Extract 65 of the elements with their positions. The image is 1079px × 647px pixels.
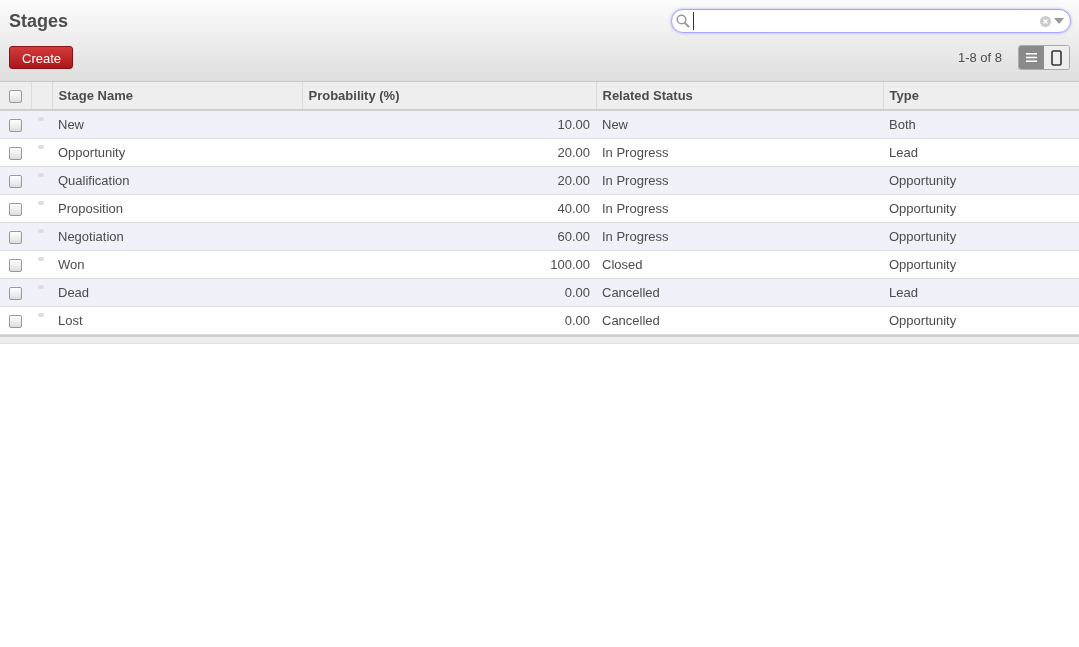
table-cell: 0.00: [302, 278, 596, 307]
row-checkbox[interactable]: [9, 287, 22, 301]
row-checkbox[interactable]: [9, 119, 22, 133]
view-switch-button[interactable]: [1044, 46, 1069, 69]
table-cell: Cancelled: [596, 306, 883, 335]
column-header[interactable]: Probability (%): [302, 82, 596, 110]
table-cell: 0.00: [302, 306, 596, 335]
table-cell: Dead: [52, 278, 302, 307]
drag-handle-icon[interactable]: [38, 144, 44, 149]
column-header[interactable]: Related Status: [596, 82, 883, 110]
table-cell: Proposition: [52, 194, 302, 223]
page-title: Stages: [9, 10, 69, 32]
drag-handle-icon[interactable]: [38, 200, 44, 205]
table-cell: 40.00: [302, 194, 596, 223]
list-icon: [1026, 53, 1037, 62]
table-cell: In Progress: [596, 222, 883, 251]
table-cell: Won: [52, 250, 302, 279]
row-checkbox[interactable]: [9, 203, 22, 217]
text-cursor: [693, 12, 694, 30]
table-cell: 20.00: [302, 138, 596, 167]
drag-handle-icon[interactable]: [38, 172, 44, 177]
drag-handle-icon[interactable]: [38, 116, 44, 121]
drag-handle-icon[interactable]: [38, 284, 44, 289]
table-cell: Lead: [883, 138, 1079, 167]
drag-handle-icon[interactable]: [38, 228, 44, 233]
table-cell: Opportunity: [883, 306, 1079, 335]
table-cell: 20.00: [302, 166, 596, 195]
table-cell: In Progress: [596, 194, 883, 223]
table-cell: 60.00: [302, 222, 596, 251]
table-cell: Opportunity: [883, 250, 1079, 279]
table-cell: Lost: [52, 306, 302, 335]
view-switch-button[interactable]: [1019, 46, 1044, 69]
row-checkbox[interactable]: [9, 259, 22, 273]
table-cell: 100.00: [302, 250, 596, 279]
table-cell: 10.00: [302, 110, 596, 139]
table-cell: Opportunity: [883, 222, 1079, 251]
drag-handle-icon[interactable]: [38, 256, 44, 261]
table-cell: Lead: [883, 278, 1079, 307]
pager-text: 1-8 of 8: [957, 50, 1002, 65]
table-cell: In Progress: [596, 138, 883, 167]
clear-icon[interactable]: [1040, 15, 1051, 27]
table-cell: New: [52, 110, 302, 139]
table-cell: Closed: [596, 250, 883, 279]
table-cell: Opportunity: [883, 166, 1079, 195]
column-header[interactable]: Stage Name: [52, 82, 302, 110]
create-button[interactable]: Create: [9, 46, 73, 69]
table-cell: Qualification: [52, 166, 302, 195]
search-field[interactable]: [671, 9, 1071, 33]
table-cell: Opportunity: [883, 194, 1079, 223]
search-icon: [676, 14, 690, 28]
tablet-icon: [1051, 49, 1062, 66]
select-all-checkbox[interactable]: [9, 90, 22, 104]
table-cell: Cancelled: [596, 278, 883, 307]
row-checkbox[interactable]: [9, 315, 22, 329]
row-checkbox[interactable]: [9, 231, 22, 245]
table-cell: New: [596, 110, 883, 139]
drag-handle-icon[interactable]: [38, 312, 44, 317]
table-cell: In Progress: [596, 166, 883, 195]
table-cell: Both: [883, 110, 1079, 139]
table-cell: Negotiation: [52, 222, 302, 251]
row-checkbox[interactable]: [9, 175, 22, 189]
dropdown-caret-icon[interactable]: [1054, 18, 1064, 24]
row-checkbox[interactable]: [9, 147, 22, 161]
column-header[interactable]: Type: [883, 82, 1079, 110]
table-cell: Opportunity: [52, 138, 302, 167]
